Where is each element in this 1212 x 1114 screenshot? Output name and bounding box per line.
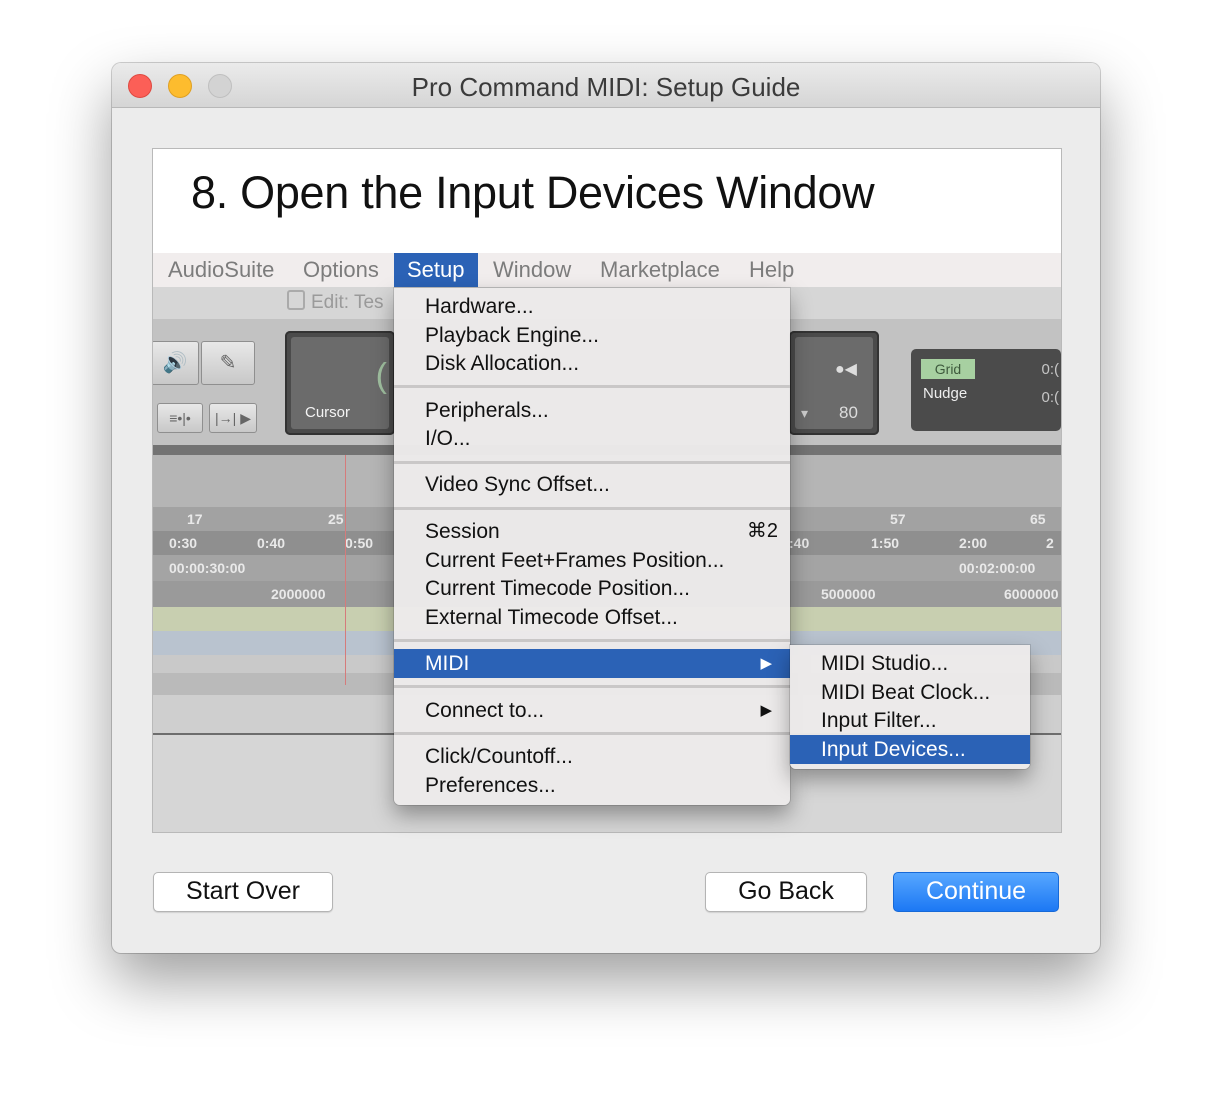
submenu-item-input-devices[interactable]: Input Devices... bbox=[790, 735, 1030, 764]
step-title: 8. Open the Input Devices Window bbox=[191, 167, 875, 218]
tempo-dropdown-icon: ▾ bbox=[801, 405, 809, 421]
submenu-item-midi-beat-clock[interactable]: MIDI Beat Clock... bbox=[790, 678, 1030, 707]
window-title: Pro Command MIDI: Setup Guide bbox=[411, 72, 801, 102]
menu-window: Window bbox=[493, 257, 572, 282]
grid-mode-icon: ≡•|• bbox=[157, 403, 203, 433]
menu-item-click-countoff[interactable]: Click/Countoff... bbox=[394, 742, 790, 771]
menu-separator bbox=[394, 461, 790, 464]
start-over-button[interactable]: Start Over bbox=[153, 872, 333, 912]
tempo-value: 80 bbox=[839, 403, 858, 422]
menu-item-current-timecode[interactable]: Current Timecode Position... bbox=[394, 574, 790, 603]
menu-setup: Setup bbox=[394, 253, 478, 287]
grid-label: Grid bbox=[921, 359, 975, 379]
menu-item-playback-engine[interactable]: Playback Engine... bbox=[394, 321, 790, 350]
menu-separator bbox=[394, 385, 790, 388]
menu-item-connect-to[interactable]: Connect to... ▶ bbox=[394, 696, 790, 725]
cursor-label: Cursor bbox=[305, 404, 351, 421]
playhead-line bbox=[345, 455, 346, 685]
menu-item-peripherals[interactable]: Peripherals... bbox=[394, 396, 790, 425]
menu-item-preferences[interactable]: Preferences... bbox=[394, 771, 790, 800]
midi-submenu: MIDI Studio... MIDI Beat Clock... Input … bbox=[790, 645, 1030, 769]
edit-window-title: Edit: Tes bbox=[287, 290, 384, 314]
pencil-tool-icon: ✎ bbox=[201, 341, 255, 385]
title-bar: Pro Command MIDI: Setup Guide bbox=[112, 63, 1100, 108]
grid-value: 0:( bbox=[1041, 361, 1059, 378]
session-shortcut: ⌘2 bbox=[746, 520, 778, 542]
tempo-display: ●◀ ▾ 80 bbox=[789, 331, 879, 435]
menu-separator bbox=[394, 507, 790, 510]
submenu-item-midi-studio[interactable]: MIDI Studio... bbox=[790, 649, 1030, 678]
setup-menu-dropdown: Hardware... Playback Engine... Disk Allo… bbox=[394, 288, 790, 805]
menu-item-midi[interactable]: MIDI ▶ bbox=[394, 649, 790, 678]
speaker-tool-icon: 🔊 bbox=[153, 341, 199, 385]
submenu-arrow-icon: ▶ bbox=[760, 702, 772, 719]
document-icon bbox=[287, 290, 305, 310]
menu-options: Options bbox=[303, 257, 379, 282]
menu-item-io[interactable]: I/O... bbox=[394, 424, 790, 453]
menu-item-hardware[interactable]: Hardware... bbox=[394, 292, 790, 321]
submenu-item-input-filter[interactable]: Input Filter... bbox=[790, 706, 1030, 735]
menu-item-disk-allocation[interactable]: Disk Allocation... bbox=[394, 349, 790, 378]
menu-separator bbox=[394, 639, 790, 642]
continue-button[interactable]: Continue bbox=[893, 872, 1059, 912]
menu-item-current-feet-frames[interactable]: Current Feet+Frames Position... bbox=[394, 546, 790, 575]
metronome-icon: ●◀ bbox=[835, 361, 857, 378]
link-mode-icon: |→| ▶ bbox=[209, 403, 257, 433]
menu-audiosuite: AudioSuite bbox=[168, 257, 275, 282]
go-back-button[interactable]: Go Back bbox=[705, 872, 867, 912]
pro-tools-menubar: AudioSuite Options Setup Window Marketpl… bbox=[153, 253, 1061, 288]
submenu-arrow-icon: ▶ bbox=[760, 655, 772, 672]
nudge-value: 0:( bbox=[1041, 389, 1059, 406]
menu-item-external-timecode-offset[interactable]: External Timecode Offset... bbox=[394, 603, 790, 632]
menu-help: Help bbox=[749, 257, 795, 282]
menu-separator bbox=[394, 685, 790, 688]
menu-marketplace: Marketplace bbox=[600, 257, 720, 282]
grid-nudge-panel: Grid 0:( Nudge 0:( bbox=[911, 349, 1061, 431]
menu-item-session[interactable]: Session ⌘2 bbox=[394, 517, 790, 546]
menu-item-video-sync-offset[interactable]: Video Sync Offset... bbox=[394, 470, 790, 499]
menu-separator bbox=[394, 732, 790, 735]
nudge-label: Nudge bbox=[923, 385, 968, 402]
main-counter: ( Cursor bbox=[285, 331, 395, 435]
